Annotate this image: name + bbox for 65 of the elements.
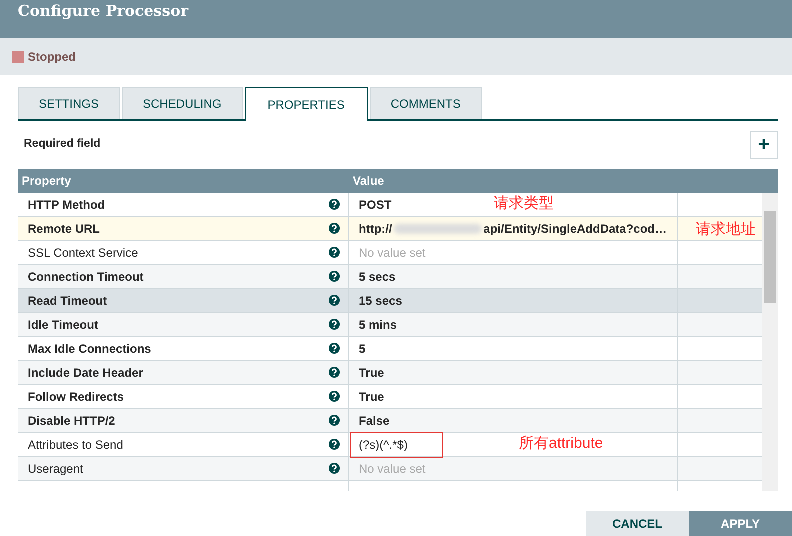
- help-icon[interactable]: [329, 223, 340, 234]
- tab[interactable]: SETTINGS: [18, 87, 120, 119]
- help-icon[interactable]: [329, 247, 340, 258]
- help-icon[interactable]: [329, 319, 340, 330]
- help-icon[interactable]: [329, 199, 340, 210]
- table-row[interactable]: HTTP Method POST 请求类型: [18, 193, 762, 217]
- property-value: No value set: [359, 244, 426, 262]
- property-value: False: [359, 412, 390, 430]
- property-value: 5 secs: [359, 268, 396, 286]
- help-icon[interactable]: [329, 391, 340, 402]
- property-name: Idle Timeout: [28, 316, 98, 334]
- help-icon[interactable]: [329, 343, 340, 354]
- table-row[interactable]: Idle Timeout 5 mins: [18, 313, 762, 337]
- annotation-text: 请求类型: [494, 194, 554, 214]
- help-icon[interactable]: [329, 439, 340, 450]
- status-text: Stopped: [28, 48, 76, 66]
- table-row[interactable]: Attributes to Send (?s)(^.*$) 所有attribute: [18, 433, 762, 457]
- help-icon[interactable]: [329, 463, 340, 474]
- table-row[interactable]: Connection Timeout 5 secs: [18, 265, 762, 289]
- property-name: Include Date Header: [28, 364, 144, 382]
- property-value: http://: [359, 220, 392, 238]
- table-row[interactable]: Remote URL http:// api/Entity/SingleAddData?cod… 请求地址: [18, 217, 762, 241]
- property-value-field[interactable]: (?s)(^.*$): [350, 432, 443, 458]
- scrollbar[interactable]: [762, 193, 778, 491]
- help-icon[interactable]: [329, 367, 340, 378]
- property-value: 15 secs: [359, 292, 402, 310]
- tab[interactable]: PROPERTIES: [244, 87, 368, 121]
- help-icon[interactable]: [329, 295, 340, 306]
- cancel-button[interactable]: CANCEL: [586, 511, 689, 536]
- scrollbar-thumb[interactable]: [764, 211, 776, 303]
- column-header: Property: [21, 173, 72, 190]
- property-name: SSL Context Service: [28, 244, 138, 262]
- table-row[interactable]: Disable HTTP/2 False: [18, 409, 762, 433]
- property-name: Read Timeout: [28, 292, 108, 310]
- property-value: 5: [359, 340, 366, 358]
- table-row[interactable]: Read Timeout 15 secs: [18, 289, 762, 313]
- table-row[interactable]: SSL Context Service No value set: [18, 241, 762, 265]
- property-name: Connection Timeout: [28, 268, 144, 286]
- property-name: Max Idle Connections: [28, 340, 152, 358]
- add-property-button[interactable]: +: [750, 131, 778, 159]
- table-row[interactable]: Useragent No value set: [18, 457, 762, 481]
- property-name: Remote URL: [28, 220, 100, 238]
- required-field-note: Required field: [24, 137, 101, 152]
- property-name: Attributes to Send: [28, 436, 124, 454]
- tab[interactable]: SCHEDULING: [122, 87, 243, 119]
- property-value: True: [359, 388, 384, 406]
- property-value: POST: [359, 196, 392, 214]
- property-value: No value set: [359, 460, 426, 478]
- property-value: 5 mins: [359, 316, 398, 334]
- property-value: api/Entity/SingleAddData?cod…: [484, 220, 667, 238]
- table-row[interactable]: Follow Redirects True: [18, 385, 762, 409]
- annotation-text: 所有attribute: [519, 434, 604, 454]
- column-header: Value: [352, 173, 384, 190]
- annotation-text: 请求地址: [696, 220, 756, 240]
- property-name: Follow Redirects: [28, 388, 124, 406]
- tab[interactable]: COMMENTS: [370, 87, 482, 119]
- dialog-title: Configure Processor: [18, 2, 190, 20]
- property-value: True: [359, 364, 384, 382]
- help-icon[interactable]: [329, 415, 340, 426]
- property-name: HTTP Method: [28, 196, 106, 214]
- table-row[interactable]: Max Idle Connections 5: [18, 337, 762, 361]
- help-icon[interactable]: [329, 271, 340, 282]
- table-row[interactable]: Include Date Header True: [18, 361, 762, 385]
- property-name: Useragent: [28, 460, 84, 478]
- property-name: Disable HTTP/2: [28, 412, 116, 430]
